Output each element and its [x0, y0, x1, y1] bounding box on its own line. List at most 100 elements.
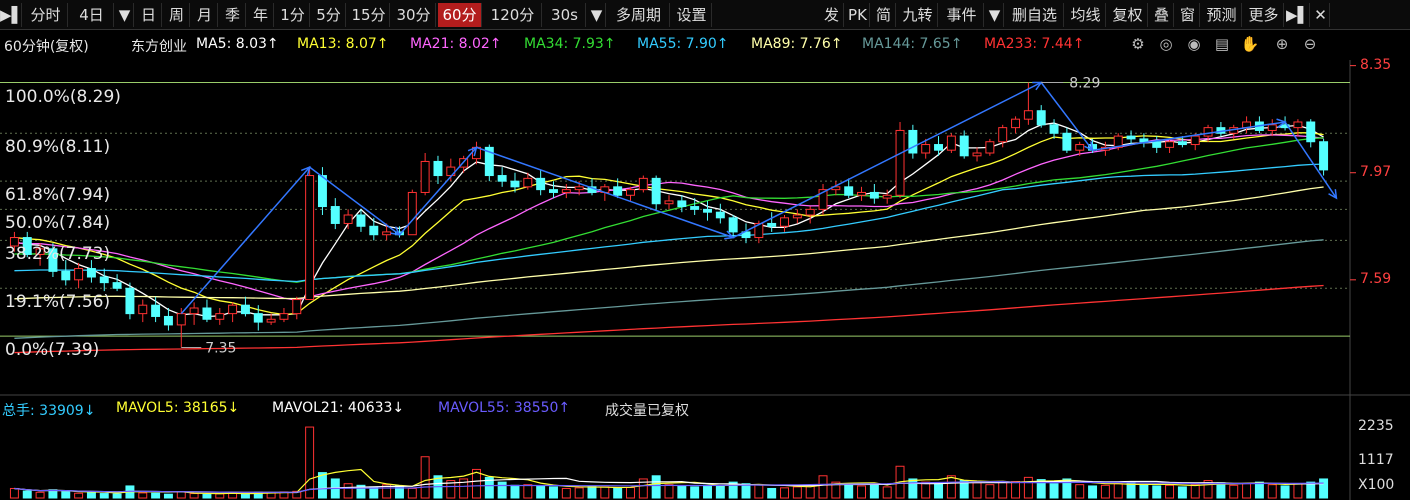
ma21-line	[14, 134, 1324, 301]
volume-bar	[1229, 484, 1239, 499]
volume-bar	[215, 493, 225, 499]
candle-body	[946, 135, 956, 151]
price-tick-label: 7.97	[1360, 163, 1392, 180]
volume-bar	[202, 494, 212, 499]
candle-body	[1152, 141, 1162, 148]
volume-bar	[1023, 476, 1033, 499]
candle-body	[1177, 141, 1187, 146]
volume-bar	[151, 492, 161, 499]
fib-label: 38.2%(7.73)	[5, 244, 111, 265]
volume-bar	[305, 426, 315, 499]
fib-label: 61.8%(7.94)	[5, 185, 111, 206]
volume-bar	[703, 484, 712, 499]
candle-body	[536, 177, 546, 191]
candle-body	[356, 214, 366, 227]
mavol21-label: MAVOL21: 40633↓	[272, 400, 405, 416]
candle-body	[703, 208, 712, 213]
fib-label: 80.9%(8.11)	[5, 137, 111, 158]
volume-bar	[587, 485, 597, 499]
volume-bar	[857, 485, 867, 499]
candle-body	[266, 318, 276, 323]
volume-bar	[510, 484, 520, 499]
candle-body	[1023, 110, 1033, 120]
candle-body	[369, 225, 379, 236]
total-volume-label: 总手: 33909↓	[2, 403, 96, 419]
candle-body	[934, 144, 944, 151]
volume-bar	[946, 475, 956, 499]
volume-bar	[561, 487, 571, 499]
volume-bar	[1319, 478, 1329, 499]
candle-body	[857, 191, 867, 196]
candle-body	[407, 191, 417, 236]
candle-body	[305, 175, 315, 301]
fib-label: 50.0%(7.84)	[5, 213, 111, 234]
candle-body	[882, 194, 892, 199]
candle-body	[561, 189, 571, 193]
candle-body	[202, 307, 212, 320]
candle-body	[1293, 121, 1303, 129]
volume-bar	[86, 492, 96, 499]
volume-bar	[1049, 483, 1059, 499]
volume-bar	[1113, 483, 1123, 499]
volume-bar	[1267, 484, 1277, 499]
volume-bar	[805, 485, 815, 499]
candle-body	[792, 214, 802, 219]
volume-bar	[1165, 484, 1175, 499]
candle-body	[985, 141, 995, 154]
volume-bar	[22, 490, 32, 499]
fib-label: 0.0%(7.39)	[5, 340, 100, 361]
candle-body	[921, 144, 931, 154]
kline-chart[interactable]: 8.29 7.35	[0, 0, 1410, 500]
candle-body	[279, 313, 289, 320]
fib-label: 19.1%(7.56)	[5, 292, 111, 313]
candle-body	[99, 276, 109, 284]
volume-bar	[1254, 481, 1264, 499]
volume-bar	[1190, 484, 1200, 499]
candle-body	[240, 304, 250, 315]
candle-body	[510, 180, 520, 188]
volume-bar	[600, 486, 610, 499]
candle-body	[343, 214, 353, 224]
mavol55-label: MAVOL55: 38550↑	[438, 400, 571, 416]
volume-bar	[407, 487, 417, 499]
volume-bar	[1075, 484, 1085, 499]
price-tick-label: 8.35	[1360, 56, 1392, 73]
volume-bar	[882, 486, 892, 499]
volume-bar	[934, 483, 944, 499]
volume-bar	[574, 487, 584, 499]
candle-body	[292, 299, 302, 315]
volume-bar	[61, 491, 71, 499]
volume-bar	[99, 493, 109, 499]
candle-body	[959, 135, 969, 157]
candle-body	[1126, 135, 1136, 140]
candle-body	[626, 189, 635, 196]
volume-bar	[651, 475, 661, 499]
volume-bar	[1100, 484, 1110, 499]
candle-body	[1203, 127, 1213, 137]
candle-body	[677, 200, 687, 208]
candle-body	[330, 206, 340, 224]
volume-bar	[741, 483, 751, 499]
candle-body	[253, 313, 263, 323]
candle-body	[1049, 124, 1059, 134]
volume-bar	[1139, 484, 1149, 499]
ma34-line	[14, 137, 1324, 283]
candle-body	[1075, 144, 1085, 151]
volume-bar	[497, 481, 507, 499]
candle-body	[215, 313, 225, 320]
ma144-line	[14, 239, 1324, 339]
volume-bar	[1306, 481, 1316, 499]
candle-body	[61, 270, 71, 281]
volume-bar	[767, 487, 777, 499]
volume-bar	[1011, 480, 1021, 499]
candle-body	[908, 129, 918, 154]
volume-bar	[343, 483, 353, 499]
volume-bar	[112, 493, 122, 499]
candle-body	[1190, 135, 1200, 146]
volume-bar	[420, 456, 430, 499]
candle-body	[1036, 110, 1046, 126]
candle-body	[1011, 118, 1021, 129]
volume-tick-label: X100	[1358, 477, 1395, 493]
candle-body	[86, 268, 96, 278]
candle-body	[715, 211, 725, 219]
